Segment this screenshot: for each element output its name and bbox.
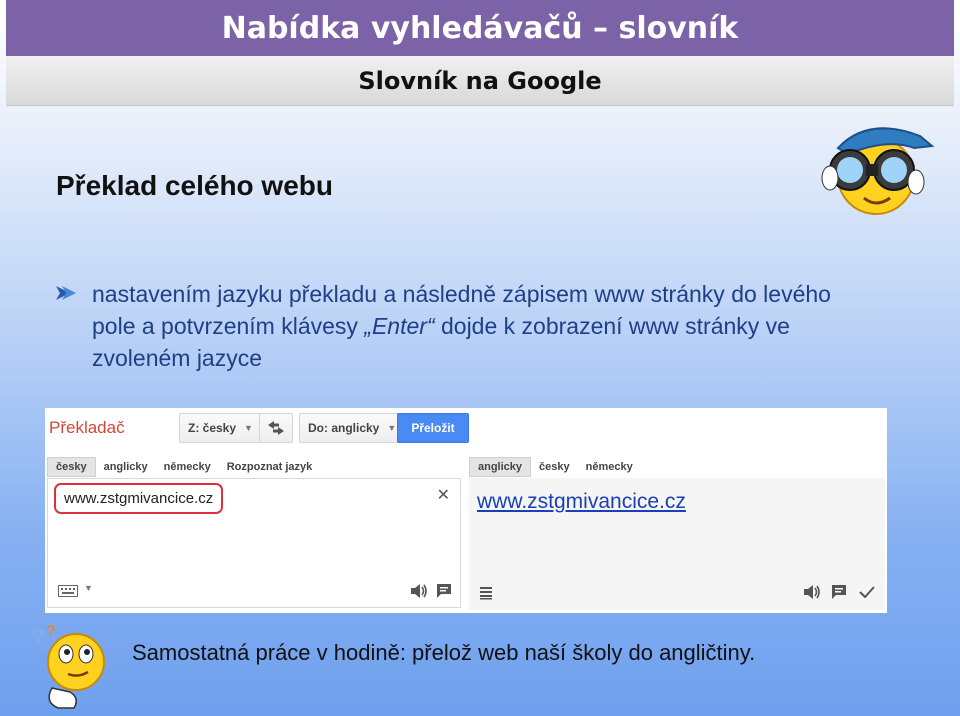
translation-output-area: www.zstgmivancice.cz: [469, 478, 885, 610]
feedback-icon[interactable]: [436, 583, 452, 599]
target-language-label: Do: anglicky: [308, 421, 380, 435]
tab-detect-language[interactable]: Rozpoznat jazyk: [219, 457, 321, 477]
translated-link[interactable]: www.zstgmivancice.cz: [477, 490, 686, 514]
enter-key-term: „Enter“: [364, 313, 435, 339]
svg-text:?: ?: [46, 623, 56, 640]
speaker-icon[interactable]: [803, 584, 821, 600]
svg-text:?: ?: [32, 624, 45, 649]
check-icon[interactable]: [859, 586, 875, 598]
bullet-item: nastavením jazyku překladu a následně zá…: [56, 278, 876, 374]
translate-button[interactable]: Přeložit: [397, 413, 469, 443]
chevron-down-icon: ▼: [387, 423, 397, 433]
target-language-select[interactable]: Do: anglicky ▼: [299, 413, 406, 443]
chevron-down-icon: ▼: [244, 423, 253, 433]
target-language-tabs: anglicky česky německy: [469, 456, 641, 478]
tab-target-english[interactable]: anglicky: [469, 457, 532, 477]
tab-source-german[interactable]: německy: [156, 457, 219, 477]
keyboard-icon[interactable]: [58, 585, 78, 597]
thinking-smiley-icon: ? ?: [32, 623, 105, 709]
source-text-area[interactable]: www.zstgmivancice.cz ✕ ▼: [47, 478, 461, 608]
task-instruction: Samostatná práce v hodině: přelož web na…: [132, 640, 756, 665]
tab-source-czech[interactable]: česky: [47, 457, 96, 477]
swap-icon: [268, 421, 284, 435]
binoculars-smiley-icon: [821, 127, 935, 215]
bullet-text: nastavením jazyku překladu a následně zá…: [92, 278, 876, 374]
tab-target-german[interactable]: německy: [578, 457, 641, 477]
section-heading: Překlad celého webu: [56, 170, 333, 201]
feedback-icon[interactable]: [831, 584, 847, 600]
bullet-arrow-icon: [56, 286, 76, 300]
source-language-label: Z: česky: [188, 421, 237, 435]
list-icon[interactable]: [479, 586, 493, 600]
translator-title: Překladač: [49, 418, 125, 437]
close-icon[interactable]: ✕: [437, 485, 450, 505]
tab-target-czech[interactable]: česky: [531, 457, 578, 477]
source-language-tabs: česky anglicky německy Rozpoznat jazyk: [47, 456, 320, 478]
slide-subtitle: Slovník na Google: [6, 56, 954, 106]
chevron-down-icon[interactable]: ▼: [84, 583, 93, 593]
swap-languages-button[interactable]: [259, 413, 293, 443]
source-language-select[interactable]: Z: česky ▼: [179, 413, 262, 443]
tab-source-english[interactable]: anglicky: [96, 457, 156, 477]
translator-screenshot: Překladač Z: česky ▼ Do: anglicky ▼ Přel…: [45, 408, 887, 613]
speaker-icon[interactable]: [410, 583, 428, 599]
slide-title: Nabídka vyhledávačů – slovník: [6, 0, 954, 56]
source-text-input[interactable]: www.zstgmivancice.cz: [54, 483, 224, 514]
